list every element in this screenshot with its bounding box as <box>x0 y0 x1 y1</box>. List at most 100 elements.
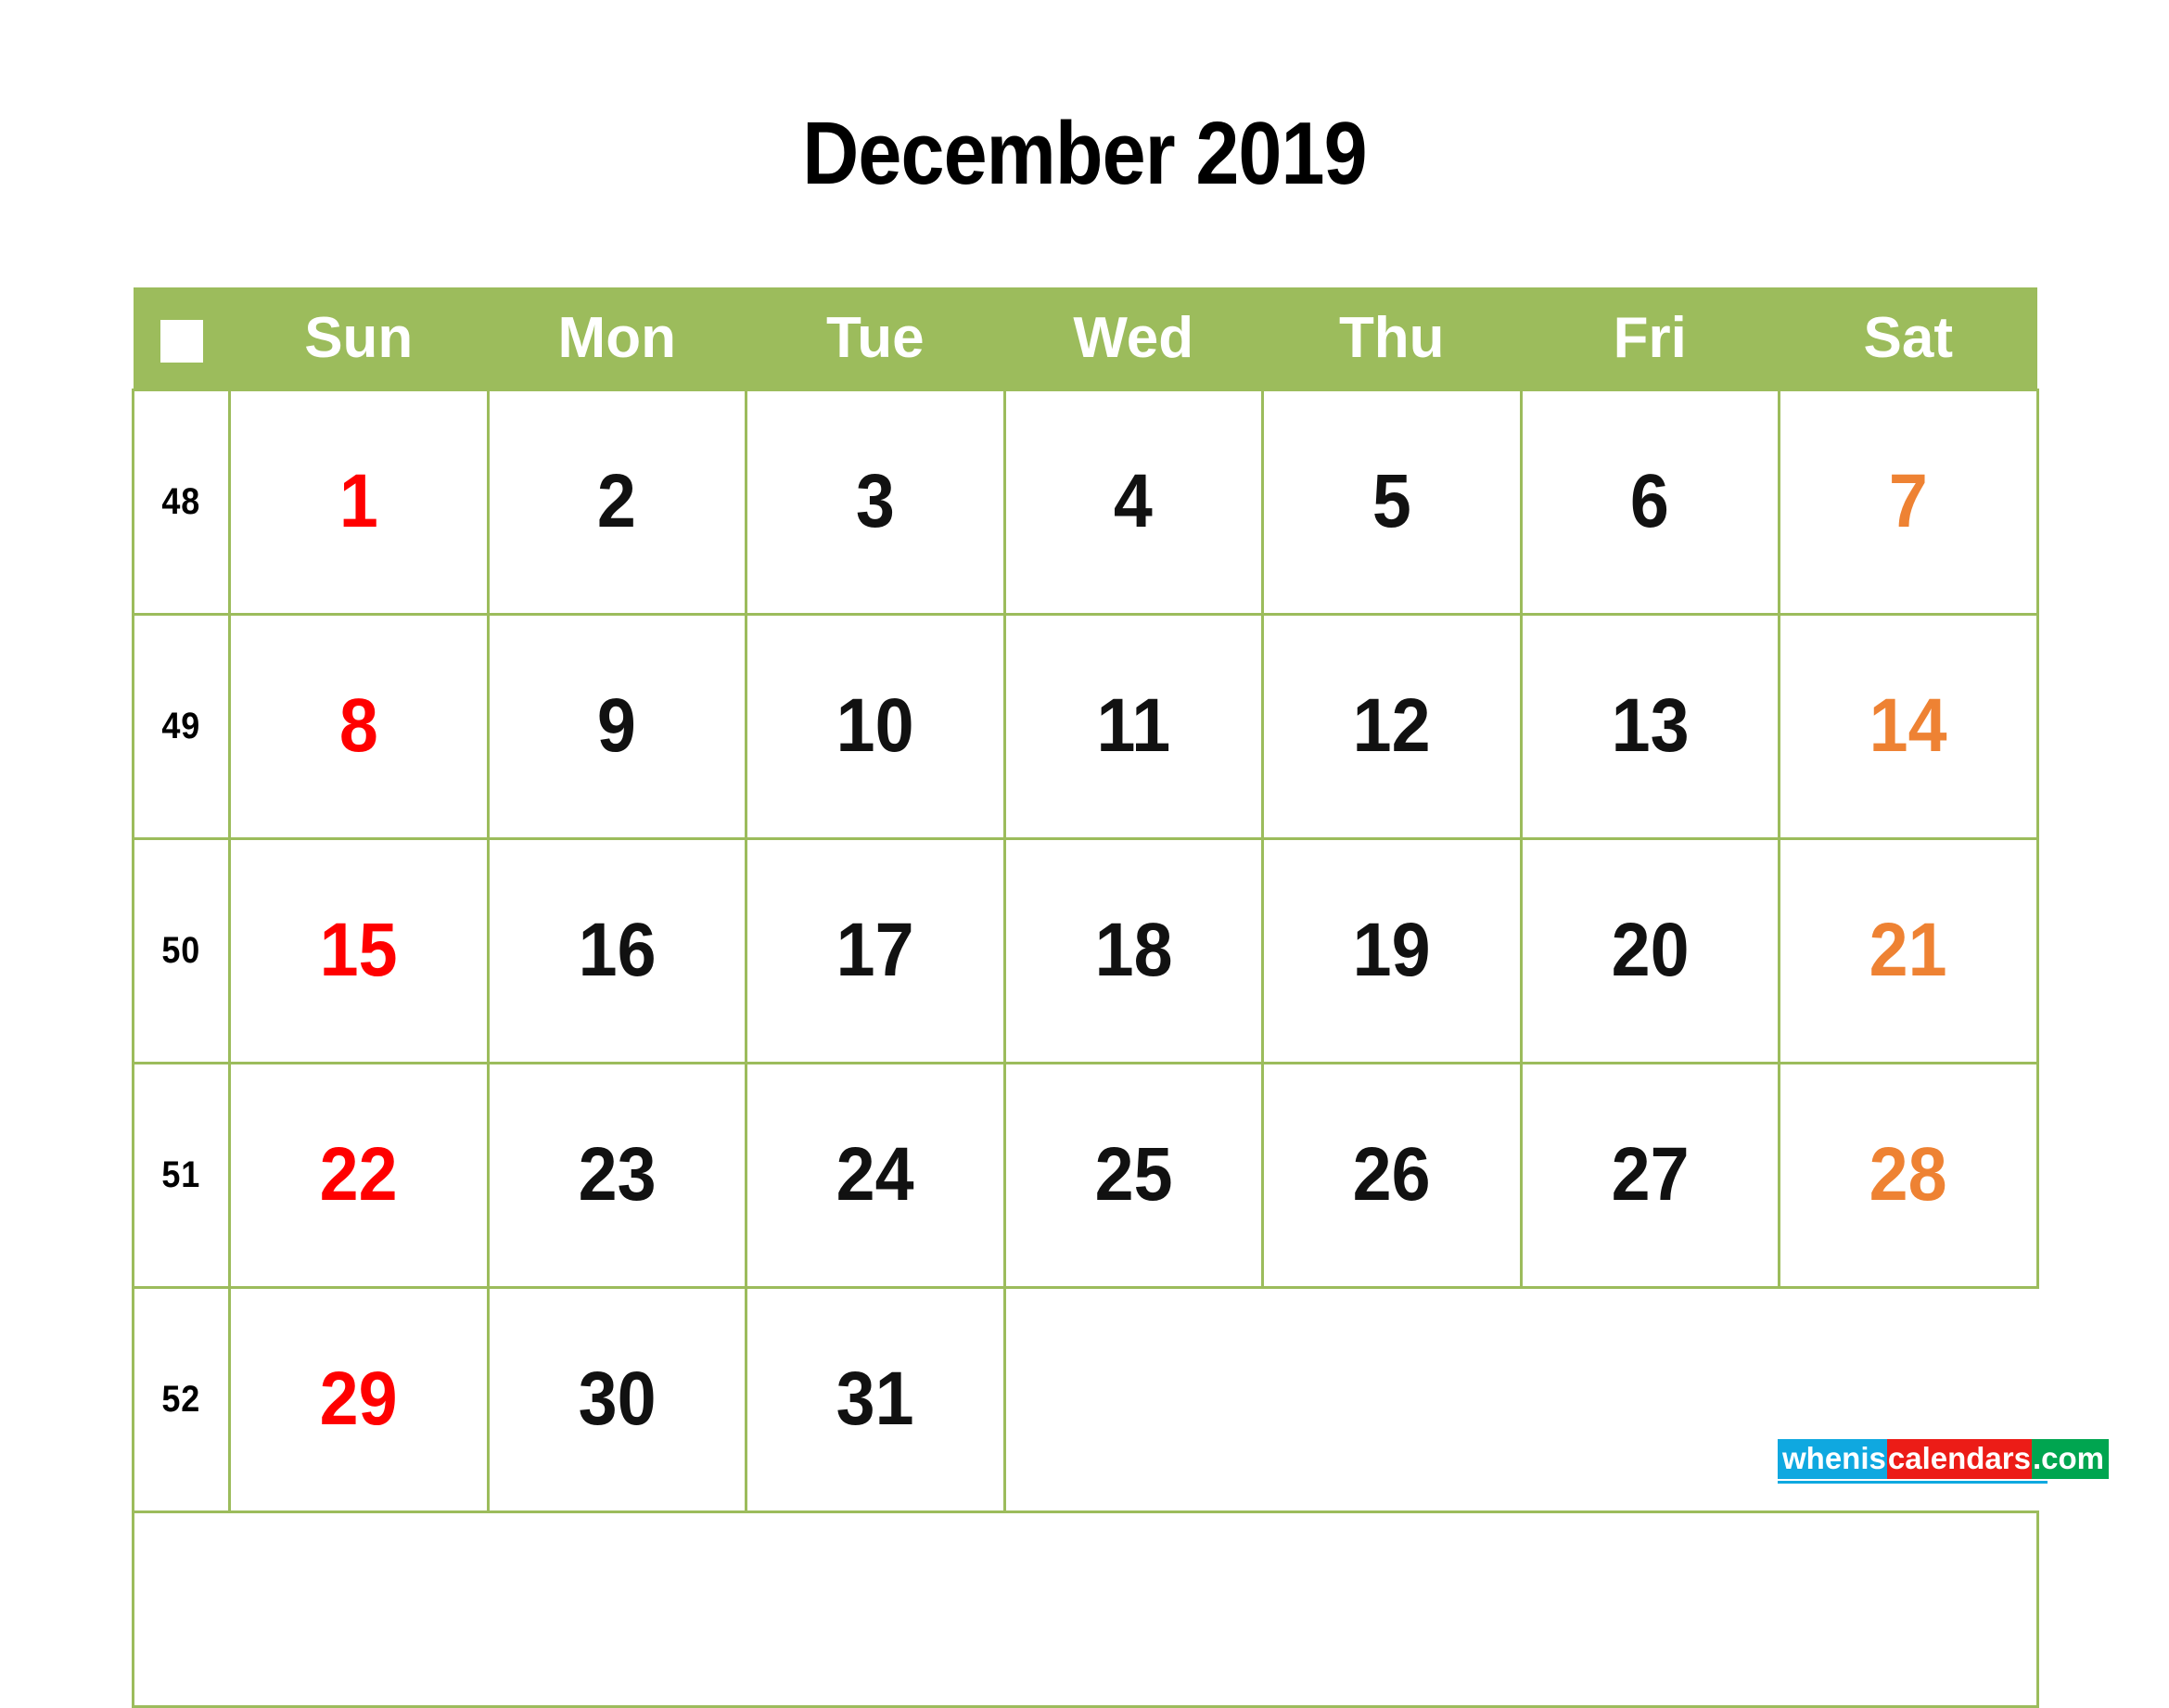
day-number-label: 16 <box>578 908 657 992</box>
day-number-label: 7 <box>1888 459 1928 543</box>
site-logo[interactable]: wheniscalendars.com <box>1778 1439 2109 1479</box>
week-number-cell: 48 <box>132 388 231 616</box>
week-number-cell: 49 <box>132 612 231 840</box>
calendar-day-cell[interactable]: 30 <box>486 1285 747 1513</box>
day-number-label: 25 <box>1094 1132 1173 1217</box>
day-number-label: 12 <box>1352 683 1431 768</box>
calendar-day-cell[interactable]: 13 <box>1519 612 1780 840</box>
calendar-day-cell[interactable]: 22 <box>228 1061 490 1289</box>
calendar-day-cell[interactable]: 12 <box>1261 612 1523 840</box>
calendar-page: December 2019 Sun Mon Tue Wed Thu Fri Sa… <box>0 0 2169 1708</box>
weekday-header-thu: Thu <box>1338 305 1445 370</box>
calendar-day-cell[interactable]: 11 <box>1002 612 1264 840</box>
white-square-icon <box>159 320 203 363</box>
day-number-label: 17 <box>836 908 914 992</box>
weekday-header-sun: Sun <box>304 305 414 370</box>
day-number-label: 4 <box>1114 459 1154 543</box>
calendar-trailing-row <box>132 1510 2039 1708</box>
day-number-label: 30 <box>578 1357 657 1441</box>
calendar-day-cell[interactable]: 25 <box>1002 1061 1264 1289</box>
logo-part-calendars: calendars <box>1886 1439 2032 1479</box>
day-number-label: 27 <box>1611 1132 1690 1217</box>
calendar-day-cell[interactable]: 31 <box>745 1285 1006 1513</box>
day-number-label: 18 <box>1094 908 1173 992</box>
calendar-day-cell[interactable]: 2 <box>486 388 747 616</box>
calendar-day-cell[interactable]: 20 <box>1519 836 1780 1064</box>
day-number-label: 9 <box>597 683 637 768</box>
week-number-label: 52 <box>161 1378 201 1420</box>
calendar-day-cell[interactable]: 23 <box>486 1061 747 1289</box>
day-number-label: 10 <box>836 683 914 768</box>
day-number-label: 20 <box>1611 908 1690 992</box>
logo-part-com: .com <box>2031 1439 2109 1479</box>
calendar-empty-cell <box>1004 1287 1263 1511</box>
calendar-day-cell[interactable]: 29 <box>228 1285 490 1513</box>
day-number-label: 1 <box>338 459 378 543</box>
calendar-day-cell[interactable]: 10 <box>745 612 1006 840</box>
calendar-day-cell[interactable]: 21 <box>1778 836 2039 1064</box>
calendar-day-cell[interactable]: 8 <box>228 612 490 840</box>
calendar-day-cell[interactable]: 17 <box>745 836 1006 1064</box>
day-number-label: 22 <box>319 1132 398 1217</box>
logo-underline <box>1778 1481 2048 1484</box>
calendar-week-row: 52 29 30 31 <box>132 1285 2037 1513</box>
calendar-body: 48 1 2 3 4 5 6 7 49 8 9 10 11 12 13 14 50 15 16 17 18 19 20 21 5… <box>132 388 2039 1708</box>
calendar-day-cell[interactable]: 3 <box>745 388 1006 616</box>
day-number-label: 29 <box>319 1357 398 1441</box>
calendar-table: Sun Mon Tue Wed Thu Fri Sat 48 1 2 3 4 5 6 7 49 8… <box>132 287 2039 1708</box>
calendar-day-cell[interactable]: 24 <box>745 1061 1006 1289</box>
day-number-label: 14 <box>1869 683 1947 768</box>
weekday-header-wed: Wed <box>1073 305 1194 370</box>
day-number-label: 6 <box>1630 459 1670 543</box>
calendar-day-cell[interactable]: 16 <box>486 836 747 1064</box>
day-number-label: 19 <box>1352 908 1431 992</box>
day-number-label: 23 <box>578 1132 657 1217</box>
weekday-header-mon: Mon <box>557 305 676 370</box>
calendar-day-cell[interactable]: 9 <box>486 612 747 840</box>
calendar-notes-area[interactable] <box>132 1510 2039 1708</box>
calendar-empty-cell <box>1521 1287 1780 1511</box>
weekday-header-row: Sun Mon Tue Wed Thu Fri Sat <box>133 287 2037 389</box>
calendar-day-cell[interactable]: 4 <box>1002 388 1264 616</box>
calendar-week-row: 50 15 16 17 18 19 20 21 <box>132 836 2039 1064</box>
day-number-label: 26 <box>1352 1132 1431 1217</box>
calendar-day-cell[interactable]: 14 <box>1778 612 2039 840</box>
calendar-day-cell[interactable]: 15 <box>228 836 490 1064</box>
day-number-label: 13 <box>1611 683 1690 768</box>
week-number-label: 49 <box>161 705 201 746</box>
calendar-day-cell[interactable]: 26 <box>1261 1061 1523 1289</box>
calendar-day-cell[interactable]: 5 <box>1261 388 1523 616</box>
calendar-day-cell[interactable]: 18 <box>1002 836 1264 1064</box>
calendar-week-row: 51 22 23 24 25 26 27 28 <box>132 1061 2039 1289</box>
week-number-header <box>134 287 230 389</box>
day-number-label: 2 <box>597 459 637 543</box>
logo-part-whenis: whenis <box>1778 1439 1887 1479</box>
day-number-label: 11 <box>1096 683 1171 768</box>
calendar-day-cell[interactable]: 7 <box>1778 388 2039 616</box>
day-number-label: 5 <box>1372 459 1411 543</box>
day-number-label: 24 <box>836 1132 914 1217</box>
week-number-cell: 51 <box>132 1061 231 1289</box>
calendar-day-cell[interactable]: 28 <box>1778 1061 2039 1289</box>
week-number-label: 50 <box>161 929 201 971</box>
weekday-header-fri: Fri <box>1613 305 1687 370</box>
calendar-day-cell[interactable]: 1 <box>228 388 490 616</box>
calendar-week-row: 48 1 2 3 4 5 6 7 <box>132 388 2039 616</box>
weekday-header-tue: Tue <box>825 305 925 370</box>
calendar-day-cell[interactable]: 6 <box>1519 388 1780 616</box>
week-number-label: 48 <box>161 480 201 522</box>
day-number-label: 28 <box>1869 1132 1947 1217</box>
calendar-header: Sun Mon Tue Wed Thu Fri Sat <box>133 287 2037 389</box>
calendar-empty-cell <box>1262 1287 1521 1511</box>
weekday-header-sat: Sat <box>1863 305 1953 370</box>
day-number-label: 21 <box>1869 908 1947 992</box>
day-number-label: 3 <box>855 459 895 543</box>
calendar-week-row: 49 8 9 10 11 12 13 14 <box>132 612 2039 840</box>
day-number-label: 8 <box>338 683 378 768</box>
day-number-label: 15 <box>319 908 398 992</box>
calendar-day-cell[interactable]: 27 <box>1519 1061 1780 1289</box>
page-title: December 2019 <box>802 104 1367 203</box>
week-number-label: 51 <box>161 1154 201 1195</box>
calendar-day-cell[interactable]: 19 <box>1261 836 1523 1064</box>
week-number-cell: 52 <box>132 1285 231 1513</box>
